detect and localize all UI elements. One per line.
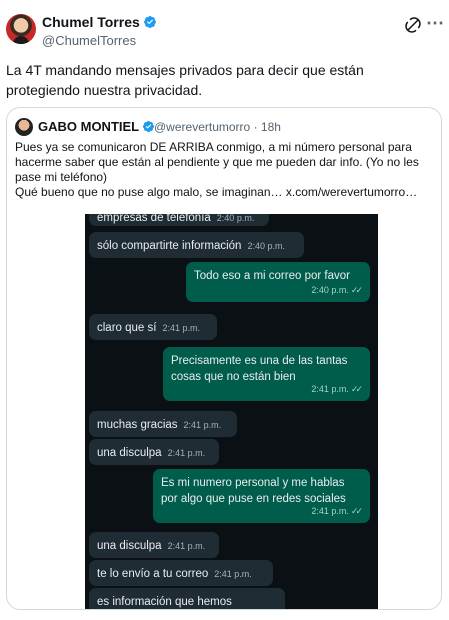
read-receipt-icon: ✓✓ [350, 285, 363, 295]
message-time-row: 2:41 p.m. ✓✓ [311, 503, 363, 519]
chat-message: una disculpa 2:41 p.m. [89, 439, 219, 465]
quote-text-tail: Qué bueno que no puse algo malo, se imag… [15, 185, 283, 199]
chat-message: Todo eso a mi correo por favor 2:40 p.m.… [186, 262, 370, 302]
message-time-row: 2:40 p.m. ✓✓ [311, 282, 363, 298]
chat-message: claro que sí 2:41 p.m. [89, 314, 217, 340]
message-text: Todo eso a mi correo por favor [194, 270, 350, 282]
message-time: 2:41 p.m. [311, 384, 349, 394]
chat-message: es información que hemos compartido a lo… [89, 588, 285, 609]
message-time: 2:41 p.m. [183, 420, 222, 430]
message-text: claro que sí [97, 322, 157, 334]
quote-meta: @werevertumorro · 18h [154, 120, 281, 134]
more-icon[interactable]: ⋯ [426, 14, 444, 32]
chat-message: muchas gracias 2:41 p.m. [89, 411, 237, 437]
verified-badge-icon [143, 16, 156, 28]
chat-message: Precisamente es una de las tantas cosas … [163, 347, 370, 401]
quote-author-handle[interactable]: @werevertumorro [154, 120, 250, 134]
message-text: Precisamente es una de las tantas cosas … [171, 355, 348, 383]
message-time: 2:41 p.m. [167, 541, 206, 551]
chat-message: sólo compartirte información 2:40 p.m. [89, 232, 304, 258]
quote-link[interactable]: x.com/werevertumorro… [286, 185, 417, 199]
author-avatar[interactable] [6, 14, 36, 44]
quote-time-separator: · [253, 120, 258, 134]
chat-screenshot: empresas de telefonía 2:40 p.m. sólo comp… [85, 214, 378, 609]
message-text: muchas gracias [97, 419, 178, 431]
message-time: 2:41 p.m. [214, 569, 252, 579]
author-name-row[interactable]: Chumel Torres [42, 14, 157, 30]
quote-time[interactable]: 18h [261, 120, 281, 134]
grok-icon[interactable] [404, 16, 422, 34]
message-time: 2:41 p.m. [311, 506, 349, 516]
quote-author-name-row[interactable]: GABO MONTIEL [38, 119, 155, 134]
message-text: una disculpa [97, 447, 162, 459]
message-text: sólo compartirte información [97, 240, 242, 252]
author-name[interactable]: Chumel Torres [42, 14, 140, 30]
message-time: 2:41 p.m. [167, 448, 206, 458]
quote-author-name[interactable]: GABO MONTIEL [38, 119, 139, 134]
message-time-row: 2:41 p.m. ✓✓ [311, 381, 363, 397]
message-time: 2:41 p.m. [162, 323, 200, 333]
message-text: es información que hemos compartido a lo… [97, 596, 232, 608]
quoted-tweet[interactable]: GABO MONTIEL @werevertumorro · 18h Pues … [6, 107, 442, 610]
message-time: 2:40 p.m. [216, 214, 255, 223]
chat-message: una disculpa 2:41 p.m. [89, 532, 219, 558]
chat-message: te lo envío a tu correo 2:41 p.m. [89, 560, 273, 586]
quote-text-line2: Qué bueno que no puse algo malo, se imag… [15, 185, 437, 200]
author-handle[interactable]: @ChumelTorres [42, 33, 136, 48]
message-text: una disculpa [97, 540, 162, 552]
read-receipt-icon: ✓✓ [350, 506, 363, 516]
read-receipt-icon: ✓✓ [350, 384, 363, 394]
tweet-header: Chumel Torres @ChumelTorres ⋯ [0, 0, 449, 56]
chat-message: empresas de telefonía 2:40 p.m. [89, 214, 269, 226]
message-time: 2:40 p.m. [247, 241, 285, 251]
quote-text-line1: Pues ya se comunicaron DE ARRIBA conmigo… [15, 140, 419, 184]
message-text: Es mi numero personal y me hablas por al… [161, 477, 346, 505]
quote-text: Pues ya se comunicaron DE ARRIBA conmigo… [15, 140, 437, 200]
tweet-text: La 4T mandando mensajes privados para de… [6, 62, 364, 98]
chat-message: Es mi numero personal y me hablas por al… [153, 469, 370, 523]
message-time: 2:40 p.m. [311, 285, 349, 295]
quote-author-avatar[interactable] [15, 118, 33, 136]
message-text: empresas de telefonía [97, 214, 211, 224]
message-text: te lo envío a tu correo [97, 568, 209, 580]
